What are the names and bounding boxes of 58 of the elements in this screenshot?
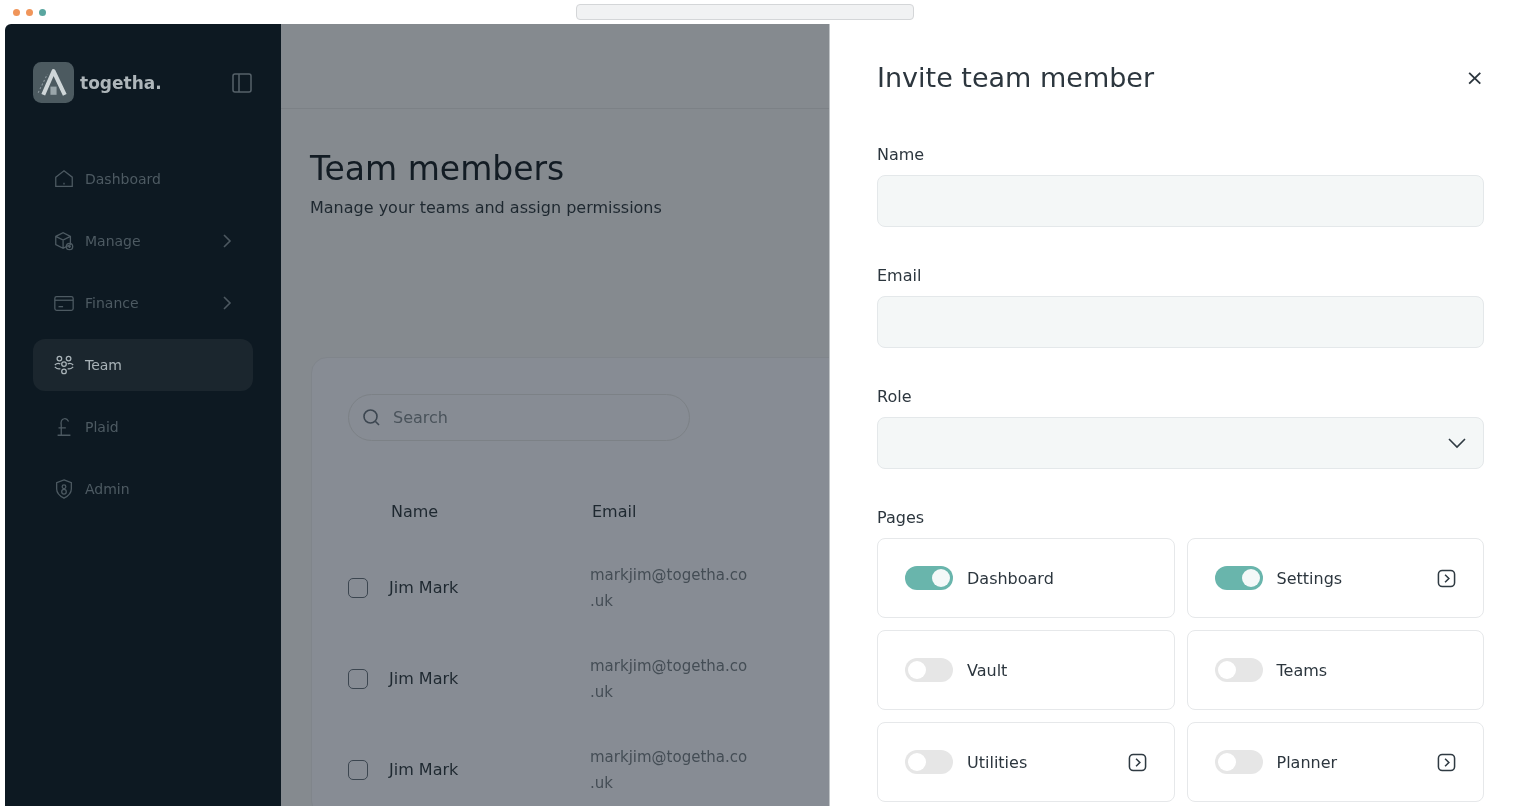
brand-name: togetha. xyxy=(80,72,163,93)
people-icon xyxy=(53,354,75,376)
toggle-switch[interactable] xyxy=(905,566,953,590)
field-label: Email xyxy=(877,266,923,285)
column-header: Name xyxy=(391,501,440,521)
section-label: Pages xyxy=(877,508,926,527)
nav-item[interactable]: Finance xyxy=(33,277,253,329)
table-cell-text: Jim Mark xyxy=(389,669,460,688)
window-dot[interactable] xyxy=(26,8,33,16)
nav-item[interactable]: Manage xyxy=(33,215,253,267)
house-icon xyxy=(53,168,75,190)
window-dot[interactable] xyxy=(39,8,46,16)
toggle-switch[interactable] xyxy=(1214,566,1263,590)
page-subtitle: Manage your teams and assign permissions xyxy=(310,198,663,217)
chevron-right-icon xyxy=(221,295,233,311)
chevron-right-icon xyxy=(221,233,233,249)
dialog-title: Invite team member xyxy=(877,62,1155,93)
nav-item[interactable]: Team xyxy=(33,339,253,391)
toggle-switch[interactable] xyxy=(1214,658,1263,682)
toggle-switch[interactable] xyxy=(1214,750,1263,774)
page-label: Settings xyxy=(1276,568,1344,588)
table-cell-text: markjim@togetha.co .uk xyxy=(590,746,748,794)
row-checkbox[interactable] xyxy=(348,577,368,598)
box-icon xyxy=(53,230,75,252)
nav-item[interactable]: Admin xyxy=(33,463,253,515)
close-button[interactable]: × xyxy=(1461,65,1488,90)
toggle-switch[interactable] xyxy=(905,750,953,774)
chevron-down-icon xyxy=(1447,437,1467,449)
field-label: Role xyxy=(877,387,913,406)
sidebar-toggle-icon[interactable] xyxy=(231,71,253,94)
column-header: Email xyxy=(592,501,637,521)
chevron-right-icon[interactable] xyxy=(1127,752,1147,772)
page-label: Vault xyxy=(967,660,1009,680)
input-field[interactable] xyxy=(877,296,1484,348)
page-label: Utilities xyxy=(967,752,1029,772)
address-bar[interactable] xyxy=(576,4,914,20)
page-title: Team members xyxy=(310,149,566,188)
search-field[interactable]: Search xyxy=(348,394,690,441)
nav-item[interactable]: Dashboard xyxy=(33,153,253,205)
table-cell-text: markjim@togetha.co .uk xyxy=(590,564,748,612)
chevron-right-icon[interactable] xyxy=(1437,568,1456,588)
row-checkbox[interactable] xyxy=(348,668,368,689)
nav-item[interactable]: Plaid xyxy=(33,401,253,453)
table-cell-text: Jim Mark xyxy=(389,578,460,597)
table-cell-text: Jim Mark xyxy=(389,760,460,779)
page-label: Dashboard xyxy=(967,568,1055,588)
logo-icon xyxy=(33,62,74,103)
search-icon xyxy=(362,408,382,428)
chevron-right-icon[interactable] xyxy=(1437,752,1456,772)
window-dot[interactable] xyxy=(13,8,20,16)
shield-icon xyxy=(53,478,75,500)
page-label: Planner xyxy=(1276,752,1339,772)
row-checkbox[interactable] xyxy=(348,759,368,780)
toggle-switch[interactable] xyxy=(905,658,953,682)
field-label: Name xyxy=(877,145,926,164)
page-label: Teams xyxy=(1276,660,1329,680)
input-field[interactable] xyxy=(877,175,1484,227)
table-cell-text: markjim@togetha.co .uk xyxy=(590,655,748,703)
